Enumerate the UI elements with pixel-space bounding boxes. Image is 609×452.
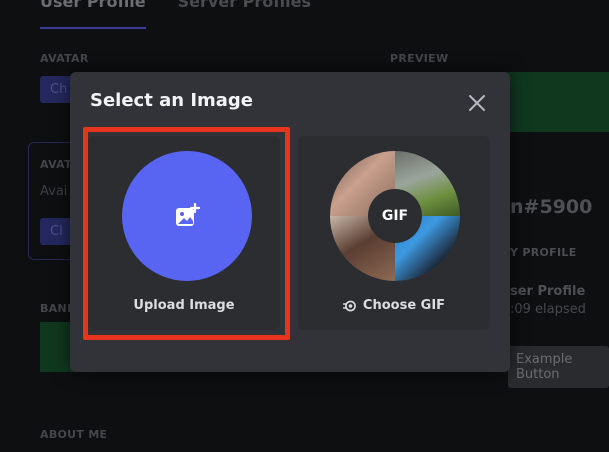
gif-preview-collage: GIF — [330, 151, 460, 281]
upload-image-label: Upload Image — [133, 298, 235, 313]
profile-tabs: User Profile Server Profiles — [40, 0, 311, 29]
choose-gif-option[interactable]: GIF Choose GIF — [298, 136, 490, 330]
tab-server-profiles[interactable]: Server Profiles — [178, 0, 311, 29]
gif-sticker-icon — [342, 300, 356, 311]
close-button[interactable] — [466, 92, 488, 114]
tab-user-profile[interactable]: User Profile — [40, 0, 146, 29]
preview-activity-title: ser Profile — [510, 284, 586, 299]
avatar-section-label: AVATAR — [40, 52, 89, 65]
avatar-decoration-text: Avai — [40, 184, 68, 199]
modal-title: Select an Image — [90, 90, 254, 111]
avatar-decoration-label: AVAT — [40, 158, 72, 171]
preview-username: n#5900 — [510, 196, 593, 218]
upload-image-option[interactable]: Upload Image — [88, 136, 280, 330]
gif-badge: GIF — [368, 189, 422, 243]
select-image-modal: Select an Image Upload Image GIF Choose … — [70, 72, 510, 372]
image-plus-icon — [176, 203, 200, 226]
close-icon — [469, 95, 485, 111]
choose-gif-label: Choose GIF — [362, 298, 446, 313]
preview-profile-label: Y PROFILE — [510, 246, 577, 259]
about-me-label: ABOUT ME — [40, 428, 108, 441]
example-button[interactable]: Example Button — [508, 346, 609, 388]
upload-circle — [122, 151, 252, 281]
preview-section-label: PREVIEW — [390, 52, 449, 65]
choose-gif-label-row: Choose GIF — [298, 298, 490, 313]
preview-activity-elapsed: :09 elapsed — [510, 302, 586, 317]
